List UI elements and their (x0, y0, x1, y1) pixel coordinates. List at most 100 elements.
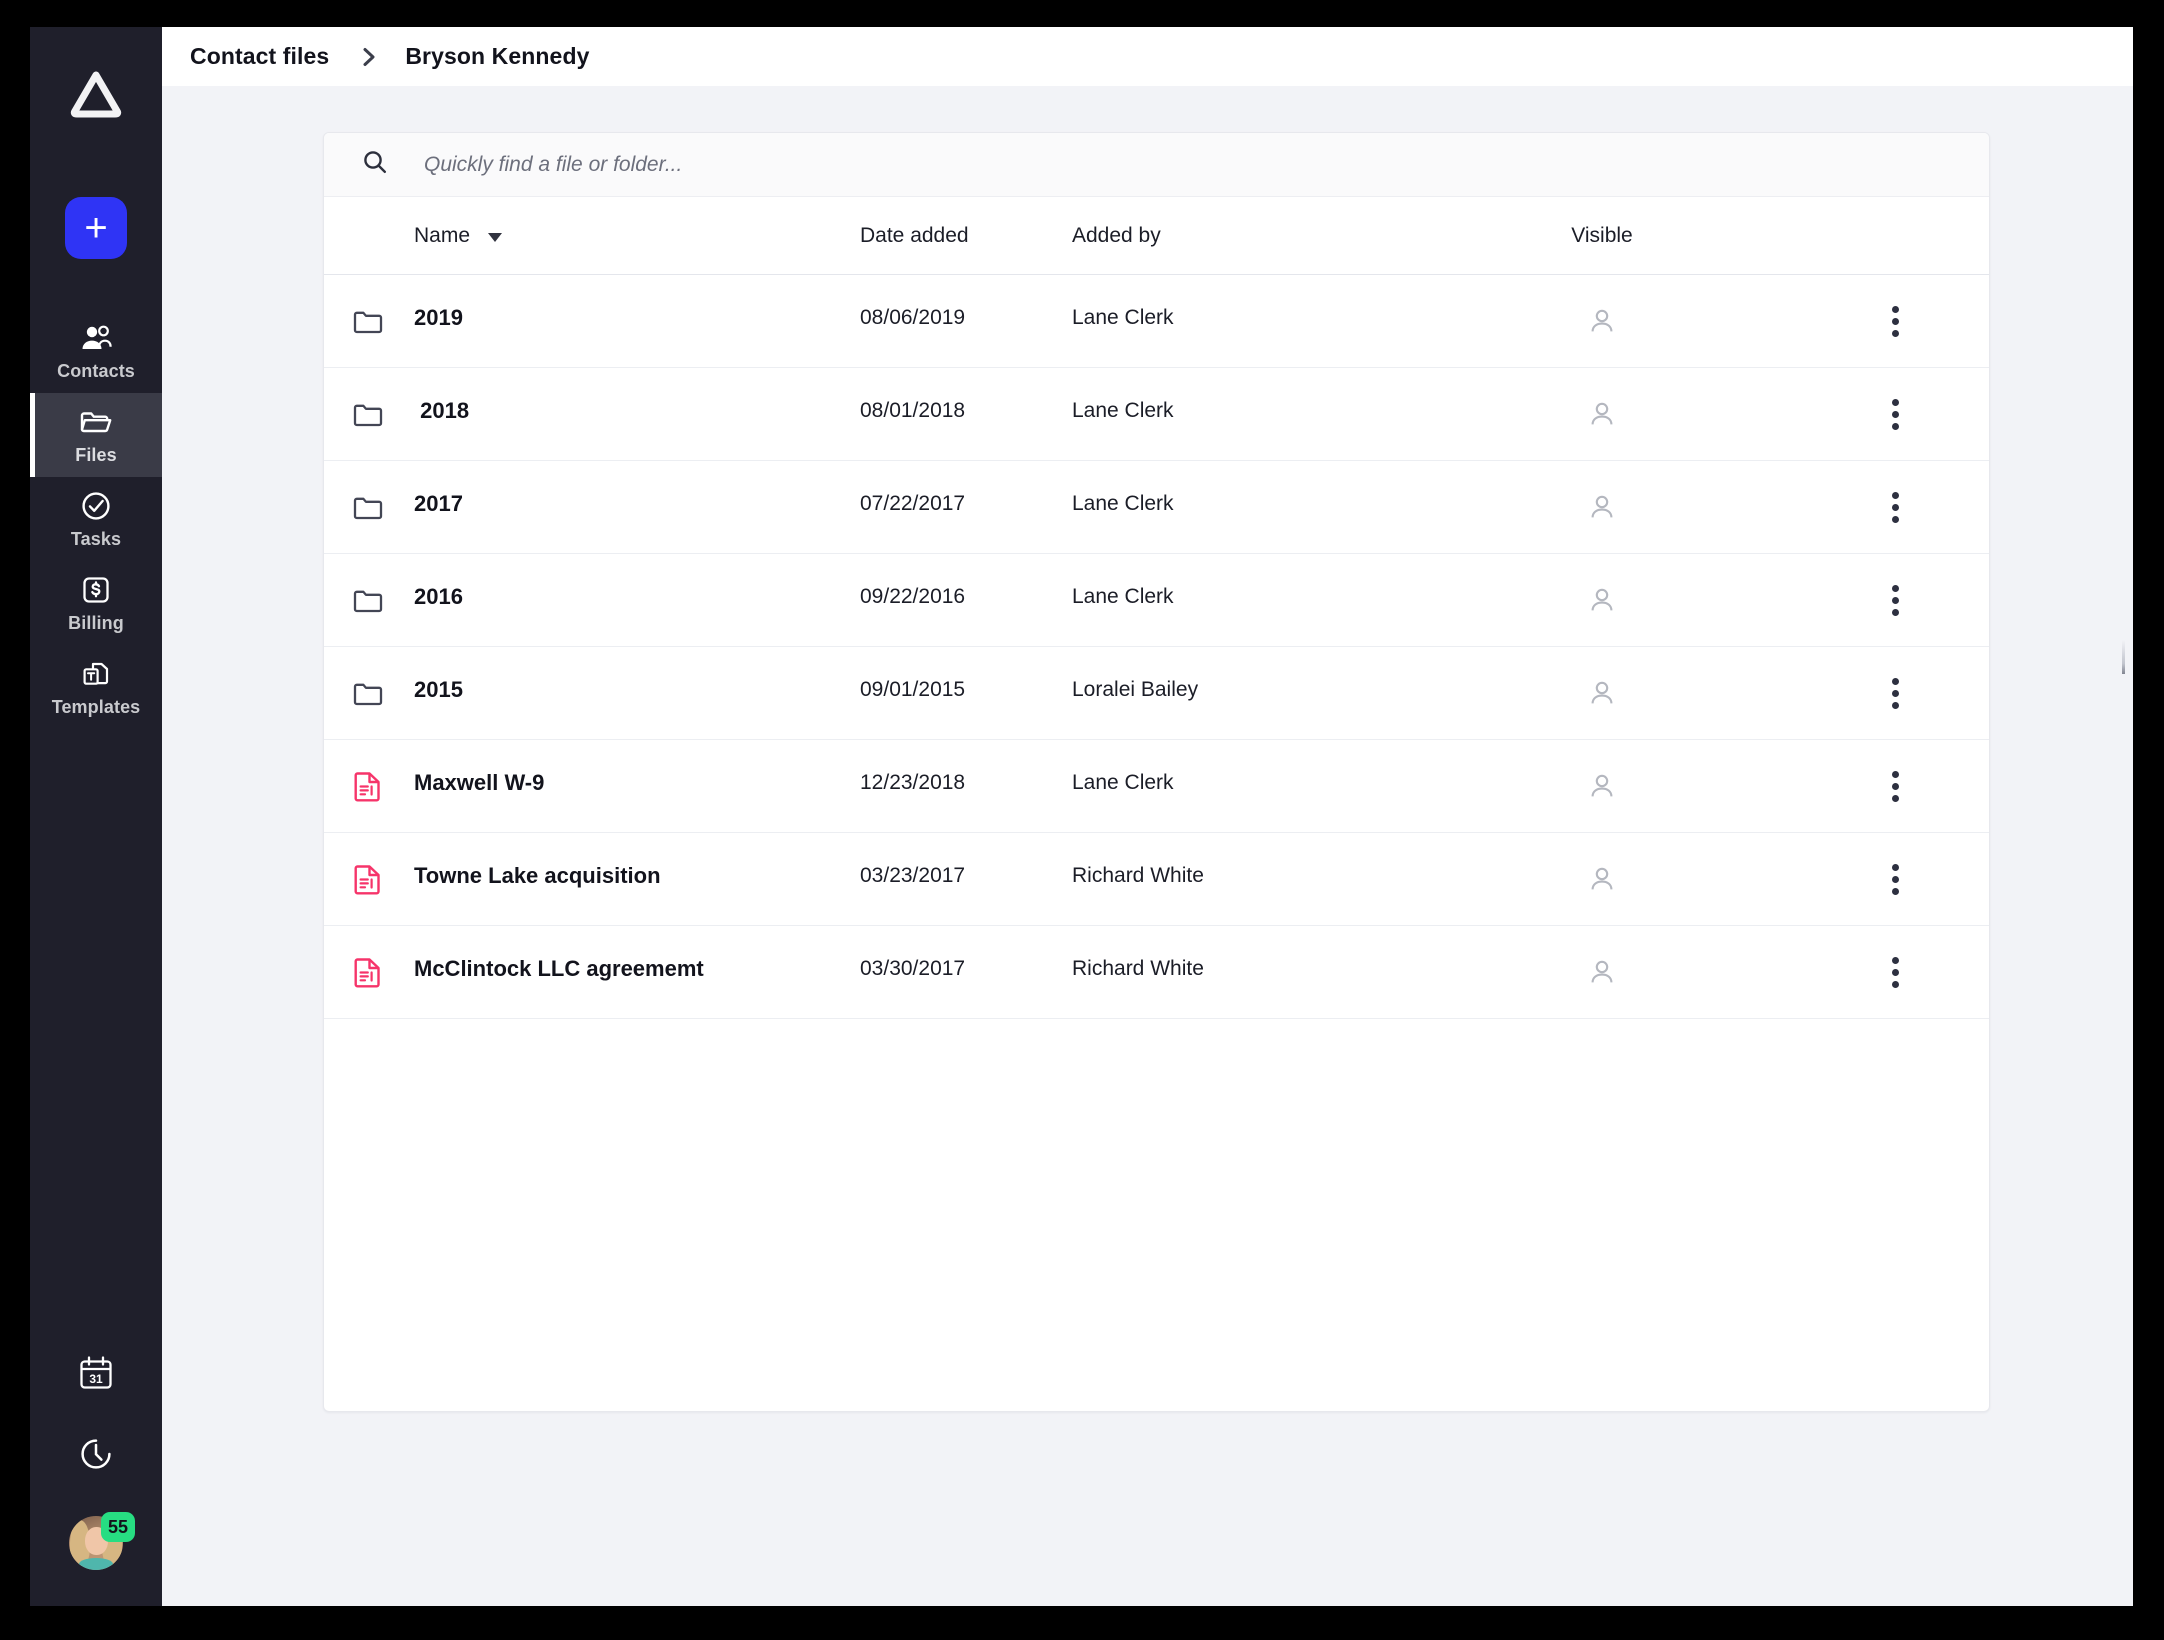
breadcrumb-current: Bryson Kennedy (405, 43, 590, 69)
row-visible-person-icon[interactable] (1402, 399, 1802, 429)
row-date: 09/01/2015 (860, 678, 966, 701)
row-name: Towne Lake acquisition (414, 863, 661, 888)
table-row[interactable]: 2015 09/01/2015 Loralei Bailey (324, 647, 1989, 740)
row-added-by: Lane Clerk (1072, 585, 1174, 608)
breadcrumb-parent[interactable]: Contact files (190, 43, 329, 70)
triangle-logo-icon[interactable] (69, 67, 123, 121)
check-circle-icon (80, 489, 112, 523)
files-table: Name Date added Added by Visible 2019 08… (324, 197, 1989, 1019)
breadcrumb: Contact files Bryson Kennedy (190, 43, 590, 70)
content-area: Name Date added Added by Visible (162, 86, 2133, 1606)
sidebar-bottom: 31 55 (30, 1354, 162, 1570)
row-name: McClintock LLC agreememt (414, 956, 704, 981)
caret-down-icon[interactable] (488, 224, 503, 248)
row-date: 07/22/2017 (860, 492, 966, 515)
avatar[interactable]: 55 (69, 1512, 135, 1570)
text-cursor (2122, 640, 2125, 674)
files-card: Name Date added Added by Visible (323, 132, 1990, 1412)
chevron-right-icon (361, 46, 377, 68)
header-name-label: Name (414, 223, 471, 247)
sidebar-item-label: Files (75, 444, 117, 465)
table-row[interactable]: 2016 09/22/2016 Lane Clerk (324, 554, 1989, 647)
contacts-icon (79, 321, 113, 355)
row-date: 12/23/2018 (860, 771, 966, 794)
search-icon (362, 149, 388, 180)
row-icon-folder (324, 679, 412, 707)
calendar-icon[interactable]: 31 (77, 1354, 115, 1397)
main-area: Contact files Bryson Kennedy Quickly fin… (162, 27, 2133, 1606)
row-date: 03/23/2017 (860, 864, 966, 887)
row-kebab-menu-icon[interactable] (1884, 949, 1907, 996)
folder-icon (79, 405, 113, 439)
row-name: 2019 (414, 305, 463, 330)
timer-icon[interactable] (77, 1435, 115, 1478)
row-icon-folder (324, 307, 412, 335)
row-visible-person-icon[interactable] (1402, 771, 1802, 801)
row-visible-person-icon[interactable] (1402, 957, 1802, 987)
table-row[interactable]: 2017 07/22/2017 Lane Clerk (324, 461, 1989, 554)
header-date-added[interactable]: Date added (860, 224, 1072, 248)
row-added-by: Richard White (1072, 864, 1204, 887)
row-name: 2017 (414, 491, 463, 516)
row-icon-document (324, 769, 412, 803)
table-row[interactable]: Maxwell W-9 12/23/2018 Lane Clerk (324, 740, 1989, 833)
row-visible-person-icon[interactable] (1402, 585, 1802, 615)
row-added-by: Loralei Bailey (1072, 678, 1199, 701)
row-kebab-menu-icon[interactable] (1884, 577, 1907, 624)
row-added-by: Lane Clerk (1072, 492, 1174, 515)
row-kebab-menu-icon[interactable] (1884, 856, 1907, 903)
sidebar-nav: Contacts Files Tasks Billing Templates (30, 309, 162, 729)
sidebar-item-label: Billing (68, 612, 124, 633)
sidebar-item-files[interactable]: Files (30, 393, 162, 477)
row-name: Maxwell W-9 (414, 770, 545, 795)
sidebar-item-label: Tasks (70, 528, 122, 549)
table-row[interactable]: 2019 08/06/2019 Lane Clerk (324, 275, 1989, 368)
row-date: 08/06/2019 (860, 306, 966, 329)
row-icon-folder (324, 493, 412, 521)
row-kebab-menu-icon[interactable] (1884, 298, 1907, 345)
header-name[interactable]: Name (412, 224, 860, 248)
dollar-square-icon (81, 573, 111, 607)
sidebar-item-label: Templates (51, 696, 141, 717)
row-kebab-menu-icon[interactable] (1884, 484, 1907, 531)
sidebar-item-templates[interactable]: Templates (30, 645, 162, 729)
add-button[interactable]: + (65, 197, 127, 259)
sidebar-item-label: Contacts (57, 360, 135, 381)
sidebar: + Contacts Files Tasks Billing Templates… (30, 27, 162, 1606)
row-visible-person-icon[interactable] (1402, 864, 1802, 894)
row-date: 08/01/2018 (860, 399, 966, 422)
row-added-by: Lane Clerk (1072, 771, 1174, 794)
search-input[interactable] (424, 152, 1124, 177)
templates-icon (80, 657, 112, 691)
row-added-by: Richard White (1072, 957, 1204, 980)
row-kebab-menu-icon[interactable] (1884, 670, 1907, 717)
row-visible-person-icon[interactable] (1402, 306, 1802, 336)
header-visible[interactable]: Visible (1402, 224, 1802, 248)
row-added-by: Lane Clerk (1072, 306, 1174, 329)
row-added-by: Lane Clerk (1072, 399, 1174, 422)
sidebar-item-contacts[interactable]: Contacts (30, 309, 162, 393)
row-kebab-menu-icon[interactable] (1884, 763, 1907, 810)
table-row[interactable]: 2018 08/01/2018 Lane Clerk (324, 368, 1989, 461)
top-bar: Contact files Bryson Kennedy (162, 27, 2133, 86)
row-visible-person-icon[interactable] (1402, 678, 1802, 708)
notification-badge: 55 (101, 1512, 135, 1542)
row-name: 2016 (414, 584, 463, 609)
table-header-row: Name Date added Added by Visible (324, 197, 1989, 275)
row-icon-document (324, 955, 412, 989)
row-name: 2018 (414, 398, 470, 423)
header-added-by[interactable]: Added by (1072, 224, 1402, 248)
table-row[interactable]: Towne Lake acquisition 03/23/2017 Richar… (324, 833, 1989, 926)
search-bar (324, 133, 1989, 197)
row-icon-folder (324, 400, 412, 428)
row-date: 09/22/2016 (860, 585, 966, 608)
sidebar-item-tasks[interactable]: Tasks (30, 477, 162, 561)
row-icon-folder (324, 586, 412, 614)
row-icon-document (324, 862, 412, 896)
row-kebab-menu-icon[interactable] (1884, 391, 1907, 438)
table-row[interactable]: McClintock LLC agreememt 03/30/2017 Rich… (324, 926, 1989, 1019)
row-name: 2015 (414, 677, 463, 702)
row-visible-person-icon[interactable] (1402, 492, 1802, 522)
app-window: + Contacts Files Tasks Billing Templates… (30, 27, 2133, 1606)
sidebar-item-billing[interactable]: Billing (30, 561, 162, 645)
